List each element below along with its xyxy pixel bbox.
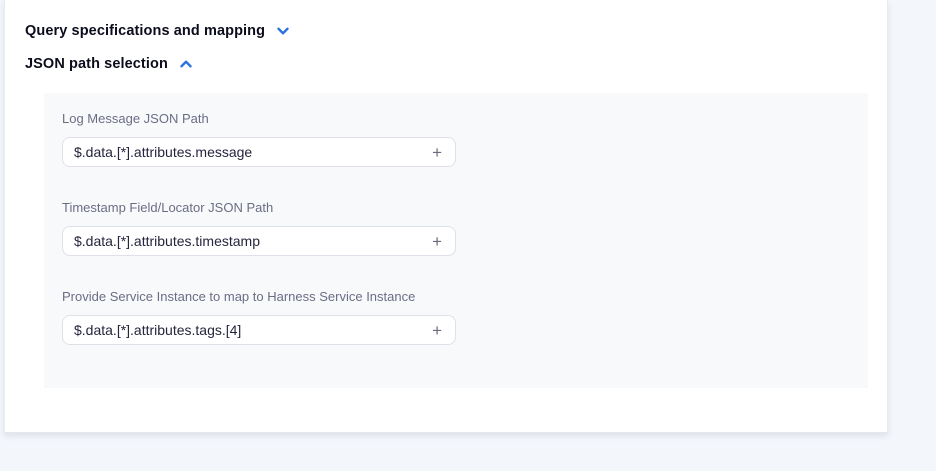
section-header-json-path-selection[interactable]: JSON path selection: [25, 55, 195, 73]
plus-icon[interactable]: +: [430, 144, 444, 161]
field-timestamp-json-path: Timestamp Field/Locator JSON Path +: [62, 200, 850, 256]
settings-card: Query specifications and mapping JSON pa…: [4, 0, 888, 433]
timestamp-json-path-field: +: [62, 226, 456, 256]
section-title: JSON path selection: [25, 56, 168, 72]
plus-icon[interactable]: +: [430, 322, 444, 339]
field-label: Provide Service Instance to map to Harne…: [62, 289, 850, 305]
chevron-up-icon[interactable]: [177, 55, 195, 73]
page: Query specifications and mapping JSON pa…: [0, 0, 936, 471]
field-service-instance-json-path: Provide Service Instance to map to Harne…: [62, 289, 850, 345]
log-message-json-path-field: +: [62, 137, 456, 167]
log-message-json-path-input[interactable]: [63, 138, 430, 166]
section-title: Query specifications and mapping: [25, 23, 265, 39]
field-log-message-json-path: Log Message JSON Path +: [62, 111, 850, 167]
service-instance-json-path-input[interactable]: [63, 316, 430, 344]
chevron-down-icon[interactable]: [274, 22, 292, 40]
timestamp-json-path-input[interactable]: [63, 227, 430, 255]
field-label: Timestamp Field/Locator JSON Path: [62, 200, 850, 216]
field-label: Log Message JSON Path: [62, 111, 850, 127]
json-path-selection-panel: Log Message JSON Path + Timestamp Field/…: [44, 93, 868, 388]
plus-icon[interactable]: +: [430, 233, 444, 250]
section-header-query-specifications[interactable]: Query specifications and mapping: [25, 22, 292, 40]
service-instance-json-path-field: +: [62, 315, 456, 345]
